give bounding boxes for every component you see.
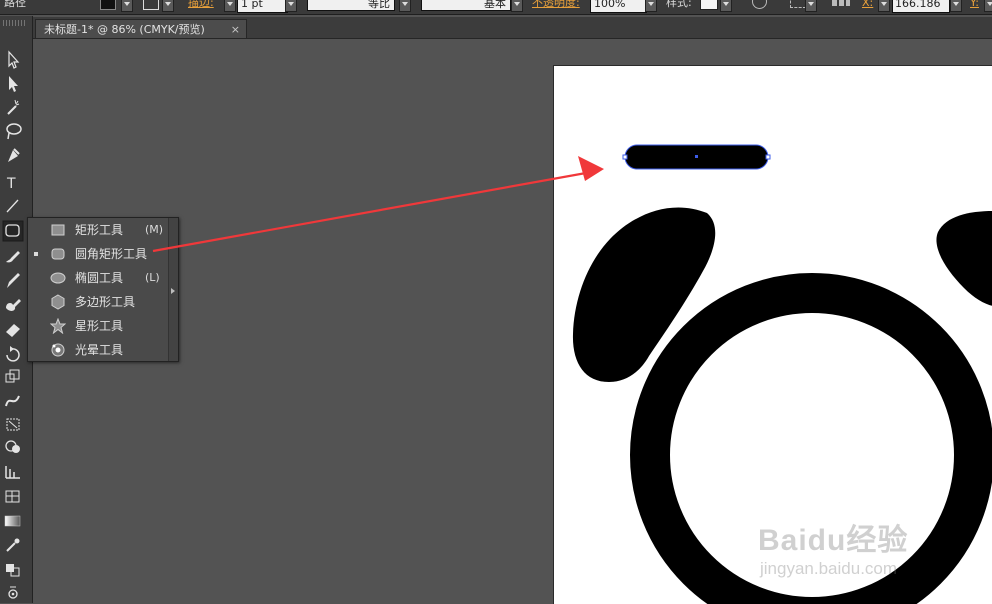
menu-item-label: 多边形工具 bbox=[75, 295, 136, 309]
blend-tool-icon[interactable] bbox=[6, 564, 20, 577]
menu-item-label: 光晕工具 bbox=[75, 343, 124, 357]
reference-point-icon[interactable] bbox=[832, 0, 850, 6]
control-bar: 路径 描边: 1 pt 等比 基本 不透明度: 100% 样式: X: 166.… bbox=[0, 0, 992, 15]
menu-item-polygon-tool[interactable]: 多边形工具 bbox=[28, 290, 170, 314]
mesh-tool-icon[interactable] bbox=[5, 490, 20, 503]
y-stepper[interactable] bbox=[984, 0, 992, 12]
menu-item-star-tool[interactable]: 星形工具 bbox=[28, 314, 170, 338]
profile-dropdown[interactable] bbox=[399, 0, 411, 12]
opacity-field[interactable]: 100% bbox=[590, 0, 647, 13]
stroke-label[interactable]: 描边: bbox=[188, 0, 214, 11]
watermark-logo-text: Baidu经验 bbox=[758, 524, 909, 557]
opacity-label[interactable]: 不透明度: bbox=[532, 0, 580, 11]
x-label[interactable]: X: bbox=[862, 0, 873, 11]
brush-definition[interactable]: 基本 bbox=[421, 0, 511, 11]
blob-brush-tool-icon[interactable] bbox=[6, 299, 21, 311]
polygon-icon bbox=[51, 294, 65, 310]
x-field[interactable]: 166.186 bbox=[892, 0, 950, 13]
opacity-dropdown[interactable] bbox=[645, 0, 657, 12]
selection-tool-icon[interactable] bbox=[8, 50, 20, 69]
annotation-arrow-shaft bbox=[152, 171, 587, 253]
menu-item-label: 圆角矩形工具 bbox=[75, 247, 148, 261]
recolor-artwork-icon[interactable] bbox=[752, 0, 767, 9]
watermark-url: jingyan.baidu.com bbox=[760, 559, 898, 578]
watermark: Baidu经验 jingyan.baidu.com bbox=[758, 515, 948, 585]
line-segment-tool-icon[interactable] bbox=[6, 199, 19, 213]
close-tab-icon[interactable]: × bbox=[231, 20, 240, 39]
menu-item-rectangle-tool[interactable]: 矩形工具 (M) bbox=[28, 218, 170, 242]
path-label: 路径 bbox=[4, 0, 26, 9]
svg-text:T: T bbox=[6, 176, 16, 192]
stroke-weight-field[interactable]: 1 pt bbox=[237, 0, 288, 13]
brush-label: 基本 bbox=[484, 0, 506, 10]
eraser-tool-icon[interactable] bbox=[6, 324, 20, 337]
graphic-style-swatch[interactable] bbox=[700, 0, 718, 10]
shape-tools-flyout: 矩形工具 (M) 圆角矩形工具 椭圆工具 (L) 多边形工具 星形工具 光晕工具 bbox=[27, 217, 179, 362]
menu-item-shortcut: (M) bbox=[145, 223, 164, 236]
eyedropper-tool-icon[interactable] bbox=[6, 538, 20, 552]
rotate-tool-icon[interactable] bbox=[6, 346, 20, 362]
scale-tool-icon[interactable] bbox=[5, 369, 20, 383]
flare-icon bbox=[51, 343, 65, 357]
x-stepper[interactable] bbox=[878, 0, 890, 12]
stroke-dropdown[interactable] bbox=[162, 0, 174, 12]
document-tab-title: 未标题-1* @ 86% (CMYK/预览) bbox=[44, 23, 205, 36]
free-transform-tool-icon[interactable] bbox=[6, 418, 20, 431]
pencil-tool-icon[interactable] bbox=[7, 273, 20, 288]
brush-dropdown[interactable] bbox=[511, 0, 523, 12]
direct-selection-tool-icon[interactable] bbox=[9, 76, 18, 92]
rounded-rectangle-icon bbox=[51, 248, 65, 260]
variable-width-profile[interactable]: 等比 bbox=[307, 0, 395, 11]
y-label[interactable]: Y: bbox=[970, 0, 979, 11]
star-icon bbox=[50, 318, 66, 334]
document-tab-bar: 未标题-1* @ 86% (CMYK/预览) × bbox=[32, 17, 992, 39]
anchor-point[interactable] bbox=[765, 154, 771, 160]
menu-item-shortcut: (L) bbox=[145, 271, 160, 284]
selected-indicator bbox=[34, 252, 38, 256]
anchor-point[interactable] bbox=[622, 154, 628, 160]
menu-item-label: 椭圆工具 bbox=[75, 271, 124, 285]
menu-item-ellipse-tool[interactable]: 椭圆工具 (L) bbox=[28, 266, 170, 290]
x-dropdown[interactable] bbox=[950, 0, 962, 12]
align-dropdown[interactable] bbox=[805, 0, 817, 12]
align-icon[interactable] bbox=[790, 0, 806, 8]
menu-item-rounded-rectangle-tool[interactable]: 圆角矩形工具 bbox=[28, 242, 170, 266]
style-label: 样式: bbox=[666, 0, 692, 9]
fill-dropdown[interactable] bbox=[121, 0, 133, 12]
center-point[interactable] bbox=[695, 155, 698, 158]
paintbrush-tool-icon[interactable] bbox=[6, 251, 20, 263]
menu-item-flare-tool[interactable]: 光晕工具 bbox=[28, 338, 170, 362]
magic-wand-tool-icon[interactable] bbox=[7, 99, 20, 115]
menu-item-label: 矩形工具 bbox=[75, 223, 124, 237]
ellipse-icon bbox=[50, 272, 66, 284]
profile-label: 等比 bbox=[368, 0, 390, 10]
tearoff-strip[interactable] bbox=[168, 218, 178, 361]
gradient-tool-icon[interactable] bbox=[4, 515, 21, 527]
stroke-swatch[interactable] bbox=[143, 0, 159, 10]
right-ear[interactable] bbox=[936, 211, 992, 306]
symbol-sprayer-tool-icon[interactable] bbox=[8, 586, 18, 599]
pen-tool-icon[interactable] bbox=[8, 148, 20, 162]
style-dropdown[interactable] bbox=[720, 0, 732, 12]
document-tab[interactable]: 未标题-1* @ 86% (CMYK/预览) × bbox=[35, 19, 247, 38]
stroke-weight-dropdown[interactable] bbox=[285, 0, 297, 12]
fill-swatch[interactable] bbox=[100, 0, 116, 10]
shape-builder-tool-icon[interactable] bbox=[5, 440, 20, 453]
type-tool-icon[interactable]: T bbox=[6, 176, 16, 192]
lasso-tool-icon[interactable] bbox=[6, 123, 22, 140]
perspective-grid-tool-icon[interactable] bbox=[5, 466, 20, 479]
rectangle-icon bbox=[51, 224, 65, 236]
menu-item-label: 星形工具 bbox=[75, 319, 124, 333]
warp-tool-icon[interactable] bbox=[5, 395, 20, 407]
stroke-weight-stepper[interactable] bbox=[224, 0, 236, 12]
